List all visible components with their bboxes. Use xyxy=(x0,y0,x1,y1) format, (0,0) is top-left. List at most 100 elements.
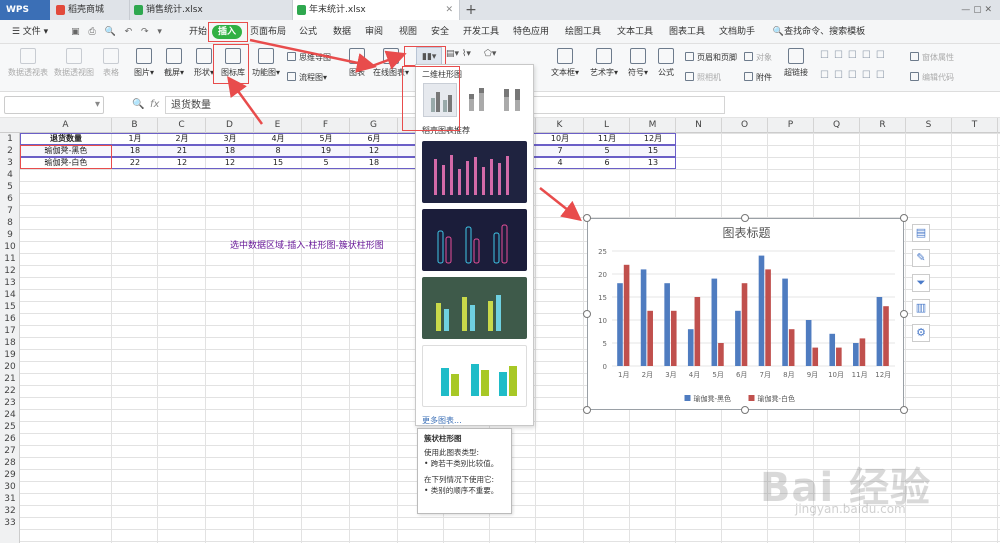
table-cell[interactable]: 5 xyxy=(584,145,630,157)
table-cell[interactable]: 12 xyxy=(206,157,254,169)
menu-review[interactable]: 审阅 xyxy=(360,20,388,44)
table-cell[interactable]: 15 xyxy=(254,157,302,169)
row-header[interactable]: 6 xyxy=(0,193,20,205)
column-header[interactable]: P xyxy=(768,118,814,133)
row-header[interactable]: 1 xyxy=(0,133,20,145)
wps-logo[interactable]: WPS xyxy=(0,0,50,20)
row-header[interactable]: 25 xyxy=(0,421,20,433)
function-chart-button[interactable]: 功能图▾ xyxy=(250,48,282,78)
camera-button[interactable]: 照相机 xyxy=(685,72,721,83)
line-chart-dropdown[interactable]: ▤▾ xyxy=(446,49,459,59)
close-icon[interactable]: ✕ xyxy=(445,0,453,20)
row-header[interactable]: 13 xyxy=(0,277,20,289)
table-header-cell[interactable]: 12月 xyxy=(630,133,676,145)
table-header-cell[interactable]: 5月 xyxy=(302,133,350,145)
row-header[interactable]: 3 xyxy=(0,157,20,169)
hyperlink-button[interactable]: 超链接 xyxy=(782,48,810,78)
table-cell[interactable]: 12 xyxy=(158,157,206,169)
table-cell[interactable]: 12 xyxy=(350,145,398,157)
tab-year-end-stats[interactable]: 年末统计.xlsx ✕ xyxy=(293,0,460,20)
row-header[interactable]: 32 xyxy=(0,505,20,517)
formula-button[interactable]: 公式 xyxy=(654,48,678,78)
resize-handle[interactable] xyxy=(583,310,591,318)
table-header-cell[interactable]: 2月 xyxy=(158,133,206,145)
row-header[interactable]: 21 xyxy=(0,373,20,385)
row-header[interactable]: 27 xyxy=(0,445,20,457)
menu-text-tools[interactable]: 文本工具 xyxy=(612,20,658,44)
screenshot-button[interactable]: 截屏▾ xyxy=(160,48,188,78)
template-thumb-4[interactable] xyxy=(422,345,527,407)
column-header[interactable]: E xyxy=(254,118,302,133)
row-header[interactable]: 20 xyxy=(0,361,20,373)
menu-page-layout[interactable]: 页面布局 xyxy=(248,20,288,44)
column-header[interactable]: F xyxy=(302,118,350,133)
table-cell[interactable]: 6 xyxy=(584,157,630,169)
row-header[interactable]: 9 xyxy=(0,229,20,241)
row-header[interactable]: 5 xyxy=(0,181,20,193)
chart-settings-gear-icon[interactable]: ⚙ xyxy=(912,324,930,342)
flowchart-button[interactable]: 流程图▾ xyxy=(287,72,327,83)
table-cell[interactable]: 19 xyxy=(302,145,350,157)
column-header[interactable]: G xyxy=(350,118,398,133)
row-header[interactable]: 30 xyxy=(0,481,20,493)
table-cell[interactable]: 18 xyxy=(206,145,254,157)
row-header[interactable]: 33 xyxy=(0,517,20,529)
template-thumb-3[interactable] xyxy=(422,277,527,339)
table-cell[interactable]: 8 xyxy=(254,145,302,157)
chart-style-brush-icon[interactable]: ✎ xyxy=(912,249,930,267)
resize-handle[interactable] xyxy=(900,310,908,318)
row-header[interactable]: 23 xyxy=(0,397,20,409)
menu-file[interactable]: ☰ 文件 ▾ xyxy=(6,20,54,44)
chart-filter-icon[interactable]: ⏷ xyxy=(912,274,930,292)
column-header[interactable]: K xyxy=(536,118,584,133)
textbox-button[interactable]: 文本框▾ xyxy=(550,48,580,78)
table-cell[interactable]: 7 xyxy=(536,145,584,157)
row-header[interactable]: 22 xyxy=(0,385,20,397)
row-header[interactable]: 12 xyxy=(0,265,20,277)
menu-special[interactable]: 特色应用 xyxy=(508,20,554,44)
menu-security[interactable]: 安全 xyxy=(426,20,454,44)
row-header[interactable]: 19 xyxy=(0,349,20,361)
table-header-cell[interactable]: 3月 xyxy=(206,133,254,145)
row-header[interactable]: 14 xyxy=(0,289,20,301)
tab-docer-store[interactable]: 稻壳商城 xyxy=(52,0,130,20)
row-header[interactable]: 11 xyxy=(0,253,20,265)
row-header[interactable]: 4 xyxy=(0,169,20,181)
new-tab-icon[interactable]: + xyxy=(462,0,480,20)
row-header[interactable]: 24 xyxy=(0,409,20,421)
chart-type-icon[interactable]: ▥ xyxy=(912,299,930,317)
row-header[interactable]: 29 xyxy=(0,469,20,481)
template-thumb-1[interactable] xyxy=(422,141,527,203)
resize-handle[interactable] xyxy=(741,406,749,414)
resize-handle[interactable] xyxy=(583,214,591,222)
table-button[interactable]: 表格 xyxy=(98,48,124,78)
table-header-cell[interactable]: 11月 xyxy=(584,133,630,145)
chart-elements-icon[interactable]: ▤ xyxy=(912,224,930,242)
zoom-icon[interactable]: 🔍 xyxy=(132,99,144,110)
command-search[interactable]: 🔍查找命令、搜索模板 xyxy=(764,20,874,44)
form-attr-button[interactable]: 窗体属性 xyxy=(910,52,954,63)
menu-view[interactable]: 视图 xyxy=(394,20,422,44)
form-controls-row2[interactable]: ☐☐☐☐☐ xyxy=(820,70,890,81)
row-header[interactable]: 16 xyxy=(0,313,20,325)
column-header[interactable]: L xyxy=(584,118,630,133)
table-cell[interactable]: 22 xyxy=(112,157,158,169)
header-footer-button[interactable]: 页眉和页脚 xyxy=(685,52,737,63)
pivot-table-button[interactable]: 数据透视表 xyxy=(6,48,50,78)
column-header[interactable]: M xyxy=(630,118,676,133)
more-charts-link[interactable]: 更多图表... xyxy=(422,415,462,426)
table-header-cell[interactable]: 退货数量 xyxy=(20,133,112,145)
table-cell[interactable]: 13 xyxy=(630,157,676,169)
column-header[interactable]: N xyxy=(676,118,722,133)
row-header[interactable]: 7 xyxy=(0,205,20,217)
row-header[interactable]: 8 xyxy=(0,217,20,229)
column-header[interactable]: R xyxy=(860,118,906,133)
column-header[interactable]: Q xyxy=(814,118,860,133)
picture-button[interactable]: 图片▾ xyxy=(130,48,158,78)
table-header-cell[interactable]: 10月 xyxy=(536,133,584,145)
pie-chart-dropdown[interactable]: ⌇▾ xyxy=(462,49,471,59)
attachment-button[interactable]: 附件 xyxy=(744,72,772,83)
row-header[interactable]: 10 xyxy=(0,241,20,253)
resize-handle[interactable] xyxy=(741,214,749,222)
resize-handle[interactable] xyxy=(900,214,908,222)
